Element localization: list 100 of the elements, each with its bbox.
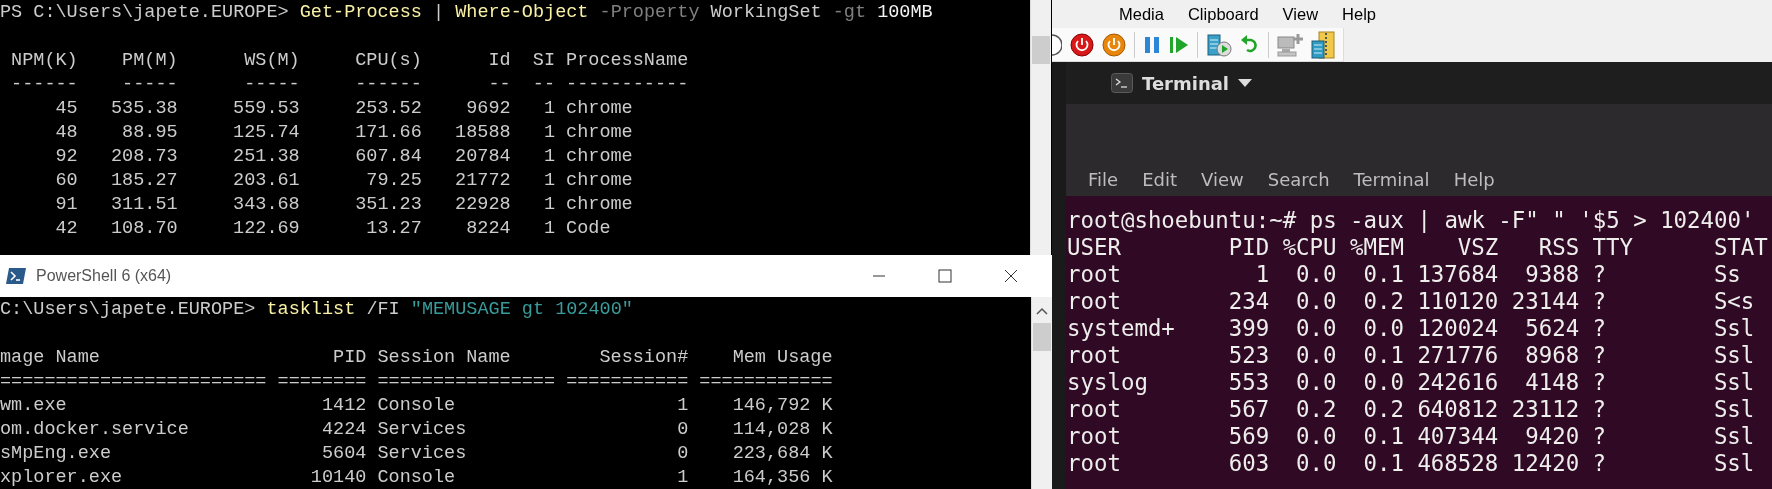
table-cell: 120024 [1417,315,1499,342]
table-cell-text: 535.38 [110,97,178,121]
header-underline: ============ [699,370,833,394]
column-header: PID [1227,234,1270,261]
table-cell: 110120 [1417,288,1499,315]
pause-icon[interactable] [1143,35,1161,54]
menu-item[interactable]: View [1189,169,1256,190]
scroll-thumb[interactable] [1032,36,1050,64]
table-cell-text: 253.52 [354,97,422,121]
table-cell: 137684 [1417,261,1499,288]
terminal-icon[interactable] [1111,73,1133,93]
table-cell-text: ? [1592,261,1608,288]
menu-item[interactable]: View [1270,4,1331,24]
menu-item[interactable]: Media [1107,4,1176,24]
column-header: PID [332,346,367,370]
server-icon[interactable] [1206,31,1232,58]
menu-item[interactable]: File [1076,169,1131,190]
power-icon[interactable] [1102,32,1126,57]
table-cell-text: 108.70 [110,217,178,241]
table-cell-text: 0.1 [1362,423,1404,450]
column-header: USER [1067,234,1122,261]
play-icon[interactable] [1169,35,1189,54]
table-cell-text: 569 [1227,423,1270,450]
table-cell-text: 1 [542,217,555,241]
menu-item[interactable]: Search [1255,169,1342,190]
table-cell-text: 1412 [320,394,367,418]
column-header: PM(M) [121,49,178,73]
table-cell-text: 92 [54,145,78,169]
table-cell-text: 48 [54,121,78,145]
undo-icon[interactable] [1240,34,1260,55]
table-cell-text: 0.0 [1362,369,1404,396]
table-cell-text: root [1067,450,1122,477]
table-cell-text: systemd+ [1067,315,1176,342]
command-line: PS C:\Users\japete.EUROPE> Get-Process | Where-Object -Property WorkingSet -gt 100MB [0,1,934,25]
header-underline: ======== [277,370,367,394]
menu-item[interactable]: Help [1330,4,1388,24]
header-underline: -- [531,73,555,97]
table-cell-text: ? [1592,396,1608,423]
table-cell-text: om.docker.service [0,418,190,442]
column-header: RSS [1537,234,1580,261]
table-cell-text: 164,356 K [731,466,833,489]
computer-icon[interactable] [1277,31,1303,58]
table-cell-text: 0.0 [1295,450,1337,477]
column-header: %CPU [1282,234,1337,261]
table-cell-text: 0 [676,442,689,466]
table-cell-text: 171.66 [354,121,422,145]
table-cell-text: 203.61 [232,169,300,193]
table-cell-text: 1 [542,145,555,169]
table-cell-text: chrome [566,97,634,121]
table-cell-text: 0.0 [1295,315,1337,342]
table-cell-text: 0.0 [1295,261,1337,288]
table-cell-text: 0.0 [1362,315,1404,342]
table-cell-text: ? [1592,288,1608,315]
table-cell-text: ? [1592,423,1608,450]
power-icon[interactable] [1070,32,1094,57]
header-underline: ================ [377,370,556,394]
table-cell-text: 88.95 [121,121,178,145]
scrollbar[interactable] [1030,0,1051,255]
table-cell-text: 8968 [1524,342,1580,369]
table-cell-text: 1 [676,466,689,489]
table-cell-text: 1 [1254,261,1270,288]
table-cell-text: 4224 [320,418,367,442]
table-cell-text: Ssl [1713,342,1756,369]
menu-item[interactable]: Edit [1130,169,1189,190]
close-icon[interactable] [1004,269,1018,283]
table-cell-text: 4148 [1524,369,1580,396]
table-cell-text: 42 [54,217,78,241]
scroll-up-icon[interactable] [1036,307,1048,315]
table-cell-text: 343.68 [232,193,300,217]
header-underline: ----------- [566,73,689,97]
caret-icon[interactable] [1238,79,1253,87]
table-cell-text: Services [377,418,468,442]
table-cell-text: 603 [1227,450,1270,477]
header-underline: -- [487,73,511,97]
column-header: NPM(K) [10,49,78,73]
table-cell-text: 1 [676,394,689,418]
app-menu-title[interactable]: Terminal [1142,72,1230,94]
zip-folder-icon[interactable] [1311,30,1335,59]
table-cell-text: 1 [542,97,555,121]
menu-item[interactable]: Clipboard [1175,4,1271,24]
table-cell-text: 311.51 [110,193,178,217]
header-underline: ----- [243,73,300,97]
table-cell-text: Services [377,442,468,466]
table-cell-text: 559.53 [232,97,300,121]
scrollbar[interactable] [1031,297,1052,489]
menu-item[interactable]: Terminal [1341,169,1442,190]
column-header: TTY [1592,234,1635,261]
table-cell-text: 0.0 [1295,288,1337,315]
table-cell-text: S<s [1713,288,1756,315]
maximize-icon[interactable] [938,269,952,283]
table-cell-text: 5604 [320,442,367,466]
table-cell-text: 146,792 K [731,394,833,418]
menu-item[interactable]: Help [1441,169,1507,190]
scroll-thumb[interactable] [1033,323,1051,351]
table-cell-text: chrome [566,121,634,145]
table-cell-text: ? [1592,315,1608,342]
table-cell-text: 0.0 [1295,342,1337,369]
minimize-icon[interactable] [872,275,886,277]
table-cell-text: Ssl [1713,396,1756,423]
table-cell-text: 114,028 K [731,418,833,442]
